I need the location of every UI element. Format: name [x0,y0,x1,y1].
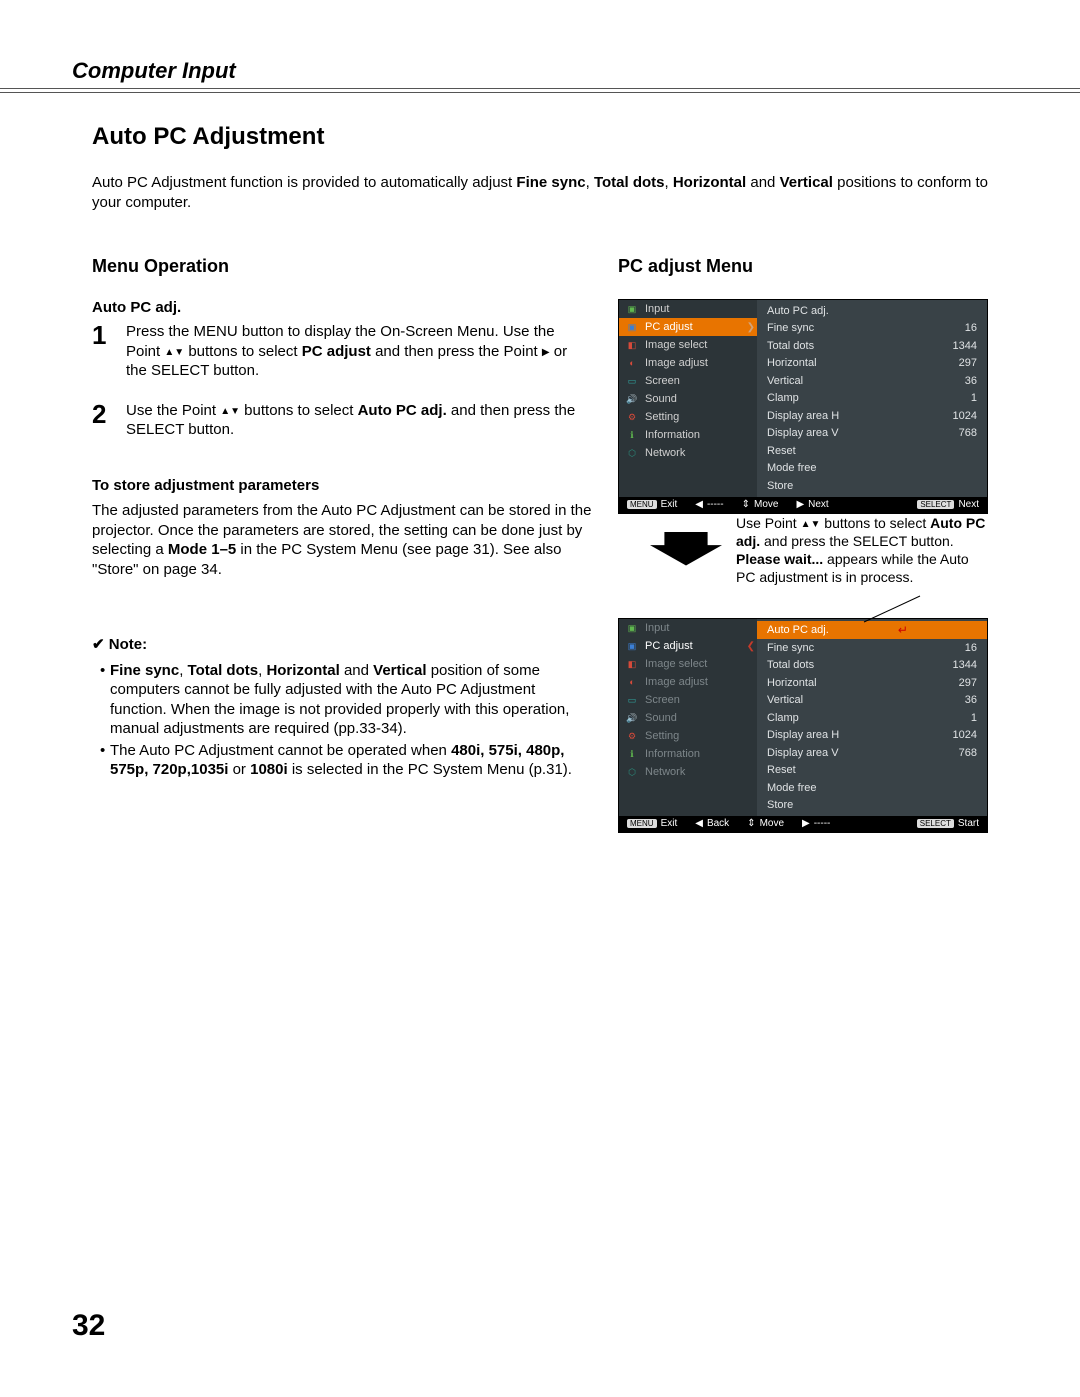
osd-param-row: Vertical36 [757,372,987,390]
osd-param-row: Store [757,477,987,495]
osd-param-row: Reset [757,761,987,779]
osd-param-row: Clamp1 [757,709,987,727]
osd-param-row: Auto PC adj. [757,302,987,320]
chevron-right-icon: ❯ [747,322,755,333]
arrow-down-icon [650,532,722,566]
page-number: 32 [72,1309,105,1343]
setting-icon: ⚙ [625,411,639,423]
osd-menu-2: ▣Input ▣PC adjust❮ ◧Image select ◐Image … [618,618,988,833]
section-header: Computer Input [72,58,1008,88]
store-paragraph: The adjusted parameters from the Auto PC… [92,501,592,579]
step-1: 1 Press the MENU button to display the O… [92,322,592,381]
osd-param-row: Mode free [757,460,987,478]
note-item-2: • The Auto PC Adjustment cannot be opera… [100,741,592,780]
osd-param-row: Clamp1 [757,390,987,408]
osd-help-strip-1: MENUExit ◀----- ⇕Move ▶Next SELECTNext [619,497,987,513]
osd-param-row: Horizontal297 [757,355,987,373]
osd-param-row: Display area H1024 [757,726,987,744]
osd-param-row: Display area V768 [757,425,987,443]
image-select-icon: ◧ [625,339,639,351]
screen-icon: ▭ [625,375,639,387]
note-item-1: • Fine sync, Total dots, Horizontal and … [100,661,592,739]
store-heading: To store adjustment parameters [92,476,592,496]
osd-menu-1: ▣Input ▣PC adjust❯ ◧Image select ◐Image … [618,299,988,514]
osd-help-strip-2: MENUExit ◀Back ⇕Move ▶----- SELECTStart [619,816,987,832]
instruction-text: Use Point ▲▼ buttons to select Auto PC a… [736,514,988,587]
image-adjust-icon: ◐ [625,357,639,369]
menu-operation-heading: Menu Operation [92,256,592,277]
osd-param-row: Reset [757,442,987,460]
pc-adjust-menu-heading: PC adjust Menu [618,256,988,277]
osd-param-row: Total dots1344 [757,656,987,674]
osd-param-row: Fine sync16 [757,320,987,338]
osd-param-row: Fine sync16 [757,639,987,657]
auto-pc-adj-subheading: Auto PC adj. [92,299,592,316]
information-icon: ℹ [625,429,639,441]
chevron-left-icon: ❮ [747,641,755,652]
osd-param-row: Vertical36 [757,691,987,709]
sound-icon: 🔊 [625,393,639,405]
osd-param-row: Store [757,796,987,814]
osd-param-row: Horizontal297 [757,674,987,692]
pc-adjust-icon: ▣ [625,321,639,333]
osd-param-row: Total dots1344 [757,337,987,355]
note-heading: ✔ Note: [92,635,592,655]
page-title: Auto PC Adjustment [92,123,988,151]
input-icon: ▣ [625,303,639,315]
osd-param-row: Display area V768 [757,744,987,762]
callout-line [618,594,988,622]
step-2: 2 Use the Point ▲▼ buttons to select Aut… [92,401,592,440]
osd-param-row: Mode free [757,779,987,797]
osd-param-row: Display area H1024 [757,407,987,425]
intro-paragraph: Auto PC Adjustment function is provided … [92,173,988,212]
network-icon: ⬡ [625,447,639,459]
